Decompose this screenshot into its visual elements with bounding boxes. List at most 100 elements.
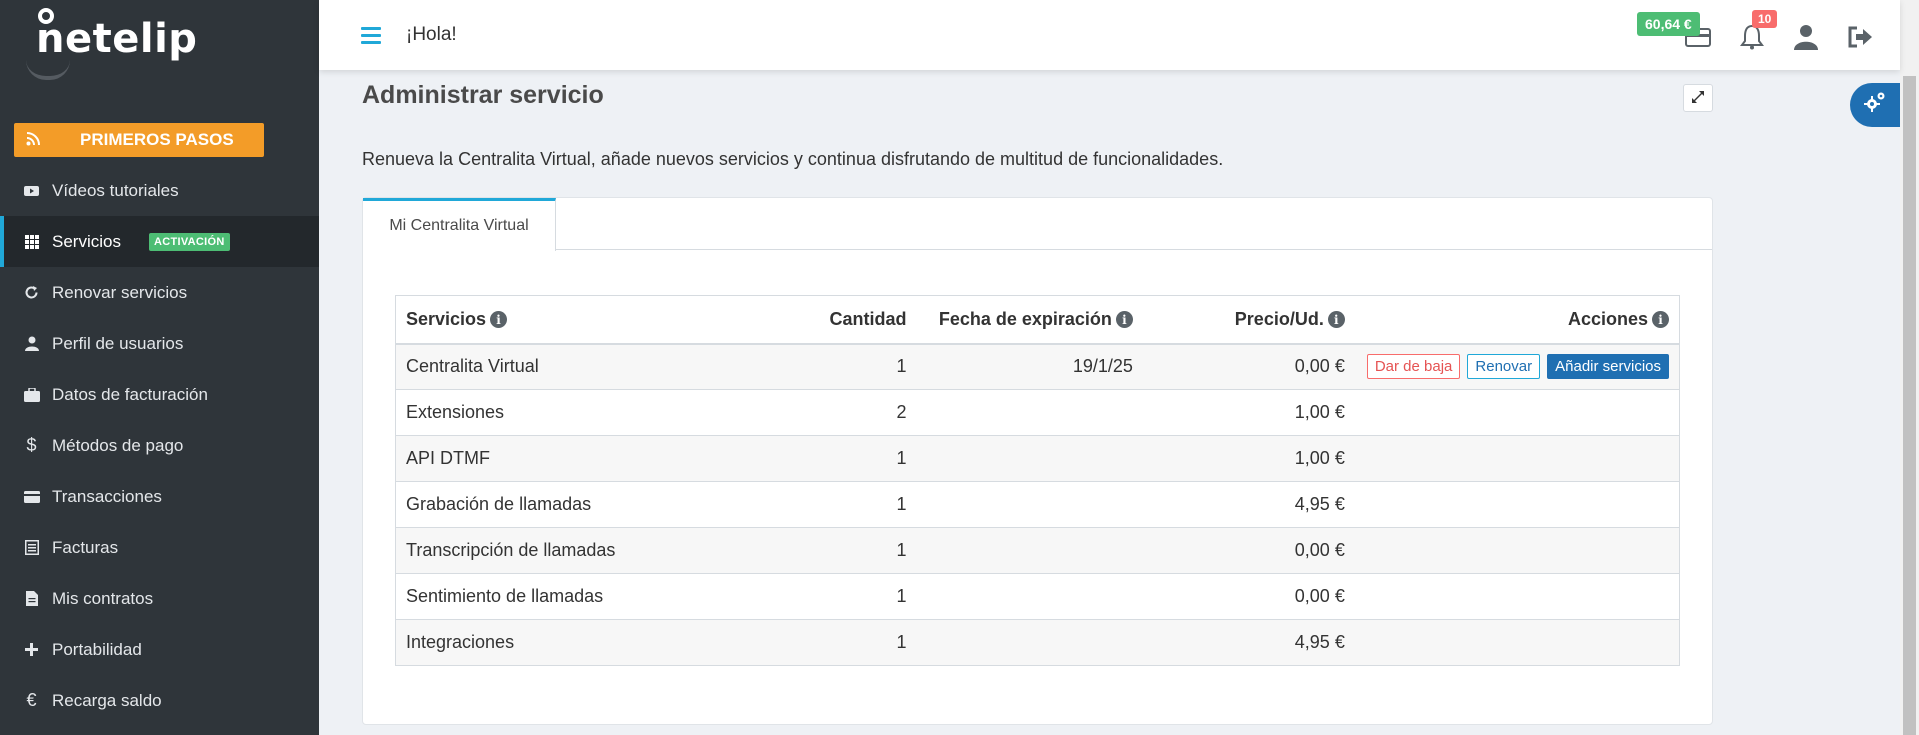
page-scrollbar[interactable] [1900, 0, 1919, 735]
avatar [26, 60, 70, 80]
cell-acciones [1354, 389, 1680, 436]
sidebar-item-videos[interactable]: Vídeos tutoriales [0, 165, 319, 216]
cell-acciones: Dar de baja Renovar Añadir servicios [1354, 343, 1680, 390]
logo-pin-icon [38, 8, 54, 24]
balance-badge[interactable]: 60,64 € [1637, 12, 1700, 36]
cell-servicio: Transcripción de llamadas [395, 527, 788, 574]
notifications-count-badge: 10 [1752, 10, 1778, 28]
sidebar-item-label: Portabilidad [52, 639, 142, 659]
sidebar-item-label: Facturas [52, 537, 119, 557]
primeros-pasos-label: PRIMEROS PASOS [80, 130, 234, 149]
dar-de-baja-button[interactable]: Dar de baja [1366, 354, 1461, 380]
column-header-precio: Precio/Ud. i [1142, 295, 1355, 345]
euro-icon: € [26, 690, 37, 710]
user-icon [23, 336, 40, 351]
info-icon[interactable]: i [490, 311, 508, 329]
sidebar-item-facturacion[interactable]: Datos de facturación [0, 369, 319, 420]
brand-logo[interactable]: netelip [36, 6, 197, 62]
cell-precio: 0,00 € [1142, 343, 1355, 390]
table-row: Sentimiento de llamadas 1 0,00 € [395, 573, 1680, 620]
cell-servicio: API DTMF [395, 435, 788, 482]
tab-mi-centralita-virtual[interactable]: Mi Centralita Virtual [363, 198, 556, 251]
sidebar: netelip PRIMEROS PASOS Vídeos tutoriales… [0, 0, 319, 735]
scrollbar-thumb[interactable] [1903, 76, 1916, 735]
expand-icon [1692, 90, 1704, 106]
cell-cantidad: 1 [787, 527, 917, 574]
settings-float-button[interactable] [1850, 83, 1900, 127]
services-card: Mi Centralita Virtual Servicios i Cantida… [362, 197, 1713, 725]
cell-fecha [916, 435, 1143, 482]
cell-precio: 1,00 € [1142, 389, 1355, 436]
cell-precio: 4,95 € [1142, 481, 1355, 528]
cell-fecha [916, 389, 1143, 436]
cell-servicio: Sentimiento de llamadas [395, 573, 788, 620]
sidebar-item-perfil[interactable]: Perfil de usuarios [0, 318, 319, 369]
services-table: Servicios i Cantidad Fecha de expiración i… [395, 295, 1680, 666]
sidebar-item-renovar[interactable]: Renovar servicios [0, 267, 319, 318]
cell-acciones [1354, 527, 1680, 574]
gears-icon [1863, 90, 1887, 121]
cell-fecha [916, 619, 1143, 666]
sidebar-item-label: Métodos de pago [52, 435, 184, 455]
sidebar-item-label: Transacciones [52, 486, 162, 506]
cell-acciones [1354, 573, 1680, 620]
sidebar-item-servicios[interactable]: Servicios ACTIVACIÓN [0, 216, 319, 267]
rss-icon [14, 131, 52, 149]
sidebar-item-label: Servicios [52, 231, 121, 251]
sidebar-item-facturas[interactable]: Facturas [0, 522, 319, 573]
cell-fecha [916, 573, 1143, 620]
tab-bar: Mi Centralita Virtual [363, 198, 1712, 251]
column-header-cantidad: Cantidad [787, 295, 917, 345]
info-icon[interactable]: i [1327, 311, 1345, 329]
cell-servicio: Integraciones [395, 619, 788, 666]
cell-acciones [1354, 481, 1680, 528]
info-icon[interactable]: i [1652, 311, 1669, 329]
cell-acciones [1354, 435, 1680, 482]
sidebar-item-label: Mis contratos [52, 588, 154, 608]
cell-cantidad: 1 [787, 343, 917, 390]
sidebar-item-label: Recarga saldo [52, 690, 162, 710]
table-header-row: Servicios i Cantidad Fecha de expiración i… [395, 295, 1680, 345]
sidebar-item-metodos-pago[interactable]: $ Métodos de pago [0, 420, 319, 471]
cell-servicio: Grabación de llamadas [395, 481, 788, 528]
sidebar-nav: Vídeos tutoriales Servicios ACTIVACIÓN R… [0, 165, 319, 726]
activation-badge: ACTIVACIÓN [148, 232, 230, 251]
primeros-pasos-button[interactable]: PRIMEROS PASOS [14, 123, 264, 157]
plus-icon [23, 643, 40, 656]
column-header-fecha: Fecha de expiración i [916, 295, 1143, 345]
expand-button[interactable] [1683, 84, 1713, 112]
cell-acciones [1354, 619, 1680, 666]
logout-icon[interactable] [1845, 22, 1875, 52]
briefcase-icon [23, 387, 40, 402]
cell-precio: 0,00 € [1142, 527, 1355, 574]
cell-servicio: Extensiones [395, 389, 788, 436]
sidebar-item-recarga[interactable]: € Recarga saldo [0, 675, 319, 726]
cell-cantidad: 1 [787, 573, 917, 620]
sidebar-item-label: Datos de facturación [52, 384, 208, 404]
invoice-icon [23, 540, 40, 555]
table-row: Centralita Virtual 1 19/1/25 0,00 € Dar … [395, 343, 1680, 390]
cell-fecha: 19/1/25 [916, 343, 1143, 390]
sidebar-item-portabilidad[interactable]: Portabilidad [0, 624, 319, 675]
anadir-servicios-button[interactable]: Añadir servicios [1547, 354, 1669, 380]
cell-servicio: Centralita Virtual [395, 343, 788, 390]
sidebar-item-contratos[interactable]: Mis contratos [0, 573, 319, 624]
sidebar-item-label: Vídeos tutoriales [52, 180, 179, 200]
cell-cantidad: 1 [787, 619, 917, 666]
cell-cantidad: 1 [787, 481, 917, 528]
table-row: API DTMF 1 1,00 € [395, 435, 1680, 482]
file-icon [23, 591, 40, 606]
grid-icon [23, 234, 40, 249]
cell-fecha [916, 527, 1143, 574]
sidebar-item-transacciones[interactable]: Transacciones [0, 471, 319, 522]
page-description: Renueva la Centralita Virtual, añade nue… [362, 149, 1224, 169]
cell-cantidad: 1 [787, 435, 917, 482]
renovar-button[interactable]: Renovar [1467, 354, 1541, 380]
table-row: Extensiones 2 1,00 € [395, 389, 1680, 436]
cell-cantidad: 2 [787, 389, 917, 436]
table-row: Grabación de llamadas 1 4,95 € [395, 481, 1680, 528]
menu-toggle-icon[interactable] [361, 27, 381, 45]
page-title: Administrar servicio [362, 81, 604, 109]
user-profile-icon[interactable] [1791, 22, 1821, 52]
info-icon[interactable]: i [1115, 311, 1133, 329]
